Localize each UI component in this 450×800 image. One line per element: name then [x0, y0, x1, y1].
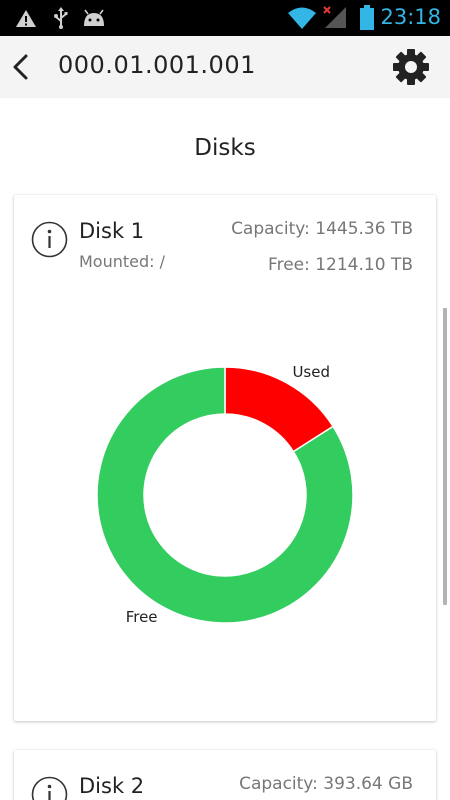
section-title: Disks [194, 135, 256, 161]
android-icon [84, 9, 104, 26]
disk-capacity: Capacity: 1445.36 TB [231, 219, 413, 239]
signal-no-service-icon [323, 6, 346, 28]
app-bar: 000.01.001.001 [0, 36, 450, 98]
info-button[interactable] [31, 221, 68, 258]
disk-mount-point: Mounted: / [79, 252, 166, 271]
disk-free-space: Free: 1214.10 TB [268, 255, 413, 275]
disk-card: Disk 1 Mounted: / Capacity: 1445.36 TB F… [14, 195, 436, 721]
donut-label-used: Used [292, 363, 330, 381]
disk-card: Disk 2 Capacity: 393.64 GB [14, 750, 436, 800]
disk-name: Disk 2 [79, 774, 145, 798]
info-icon [31, 221, 68, 258]
chevron-left-icon [13, 54, 28, 80]
disk-name: Disk 1 [79, 219, 145, 243]
disk-usage-donut-chart: Used Free [96, 363, 354, 626]
battery-icon [360, 5, 374, 30]
back-button[interactable] [6, 50, 38, 84]
info-button[interactable] [31, 776, 68, 800]
scrollbar[interactable] [443, 308, 447, 605]
warning-icon [16, 10, 36, 27]
settings-button[interactable] [392, 48, 430, 86]
disk-capacity: Capacity: 393.64 GB [239, 774, 413, 794]
gear-icon [393, 49, 429, 85]
status-time: 23:18 [380, 5, 441, 29]
donut-label-free: Free [126, 608, 158, 626]
page-title: 000.01.001.001 [58, 51, 256, 79]
info-icon [31, 776, 68, 800]
usb-icon [54, 7, 68, 29]
status-bar: 23:18 [0, 0, 450, 36]
wifi-icon [288, 7, 316, 29]
